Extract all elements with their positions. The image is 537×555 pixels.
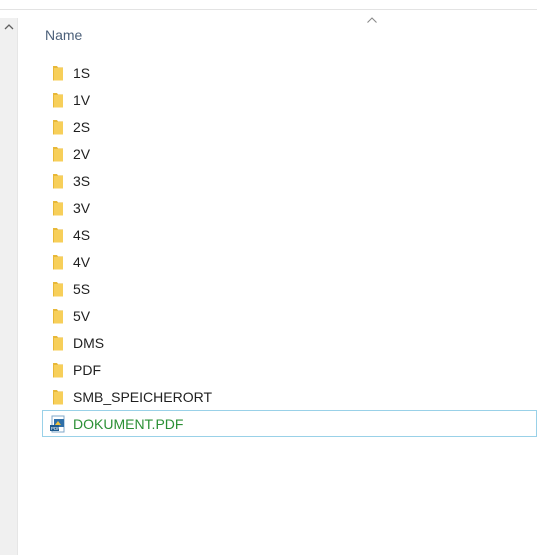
file-name-label: 5S: [73, 280, 91, 297]
folder-row[interactable]: 1S: [42, 59, 537, 86]
file-name-label: 3V: [73, 199, 91, 216]
folder-icon: [49, 200, 67, 216]
file-name-label: SMB_SPEICHERORT: [73, 388, 212, 405]
folder-row[interactable]: 3S: [42, 167, 537, 194]
file-row-selected[interactable]: PDF DOKUMENT.PDF: [42, 410, 537, 437]
folder-row[interactable]: 2S: [42, 113, 537, 140]
folder-icon: [49, 254, 67, 270]
file-name-label: 1V: [73, 91, 91, 108]
folder-icon: [49, 146, 67, 162]
folder-row[interactable]: PDF: [42, 356, 537, 383]
folder-icon: [49, 335, 67, 351]
chevron-up-icon: [4, 24, 14, 30]
file-name-label: 1S: [73, 64, 91, 81]
pdf-file-icon: PDF: [49, 415, 67, 432]
file-name-label: 3S: [73, 172, 91, 189]
folder-icon: [49, 173, 67, 189]
folder-row[interactable]: 5V: [42, 302, 537, 329]
folder-icon: [49, 281, 67, 297]
folder-row[interactable]: DMS: [42, 329, 537, 356]
file-list: 1S 1V 2S 2V 3S 3V 4S 4V 5S 5V DMS PDF SMB_SPEICHEROR…: [42, 59, 537, 437]
folder-row[interactable]: 1V: [42, 86, 537, 113]
file-name-label: PDF: [73, 361, 101, 378]
file-name-label: 2V: [73, 145, 91, 162]
vertical-scrollbar[interactable]: [0, 18, 18, 555]
folder-row[interactable]: 2V: [42, 140, 537, 167]
folder-icon: [49, 65, 67, 81]
folder-icon: [49, 92, 67, 108]
file-name-label: 5V: [73, 307, 91, 324]
folder-row[interactable]: 3V: [42, 194, 537, 221]
file-name-label: DMS: [73, 334, 105, 351]
file-name-label: DOKUMENT.PDF: [73, 415, 184, 432]
file-name-label: 2S: [73, 118, 91, 135]
file-name-label: 4S: [73, 226, 91, 243]
name-column-header[interactable]: Name: [45, 27, 82, 43]
folder-row[interactable]: SMB_SPEICHERORT: [42, 383, 537, 410]
folder-icon: [49, 362, 67, 378]
folder-row[interactable]: 5S: [42, 275, 537, 302]
window-top-edge: [0, 0, 537, 10]
file-name-label: 4V: [73, 253, 91, 270]
folder-row[interactable]: 4S: [42, 221, 537, 248]
scroll-up-button[interactable]: [0, 18, 18, 36]
sort-ascending-icon[interactable]: [366, 16, 378, 24]
folder-icon: [49, 389, 67, 405]
folder-icon: [49, 227, 67, 243]
folder-row[interactable]: 4V: [42, 248, 537, 275]
folder-icon: [49, 308, 67, 324]
svg-text:PDF: PDF: [51, 426, 60, 431]
folder-icon: [49, 119, 67, 135]
